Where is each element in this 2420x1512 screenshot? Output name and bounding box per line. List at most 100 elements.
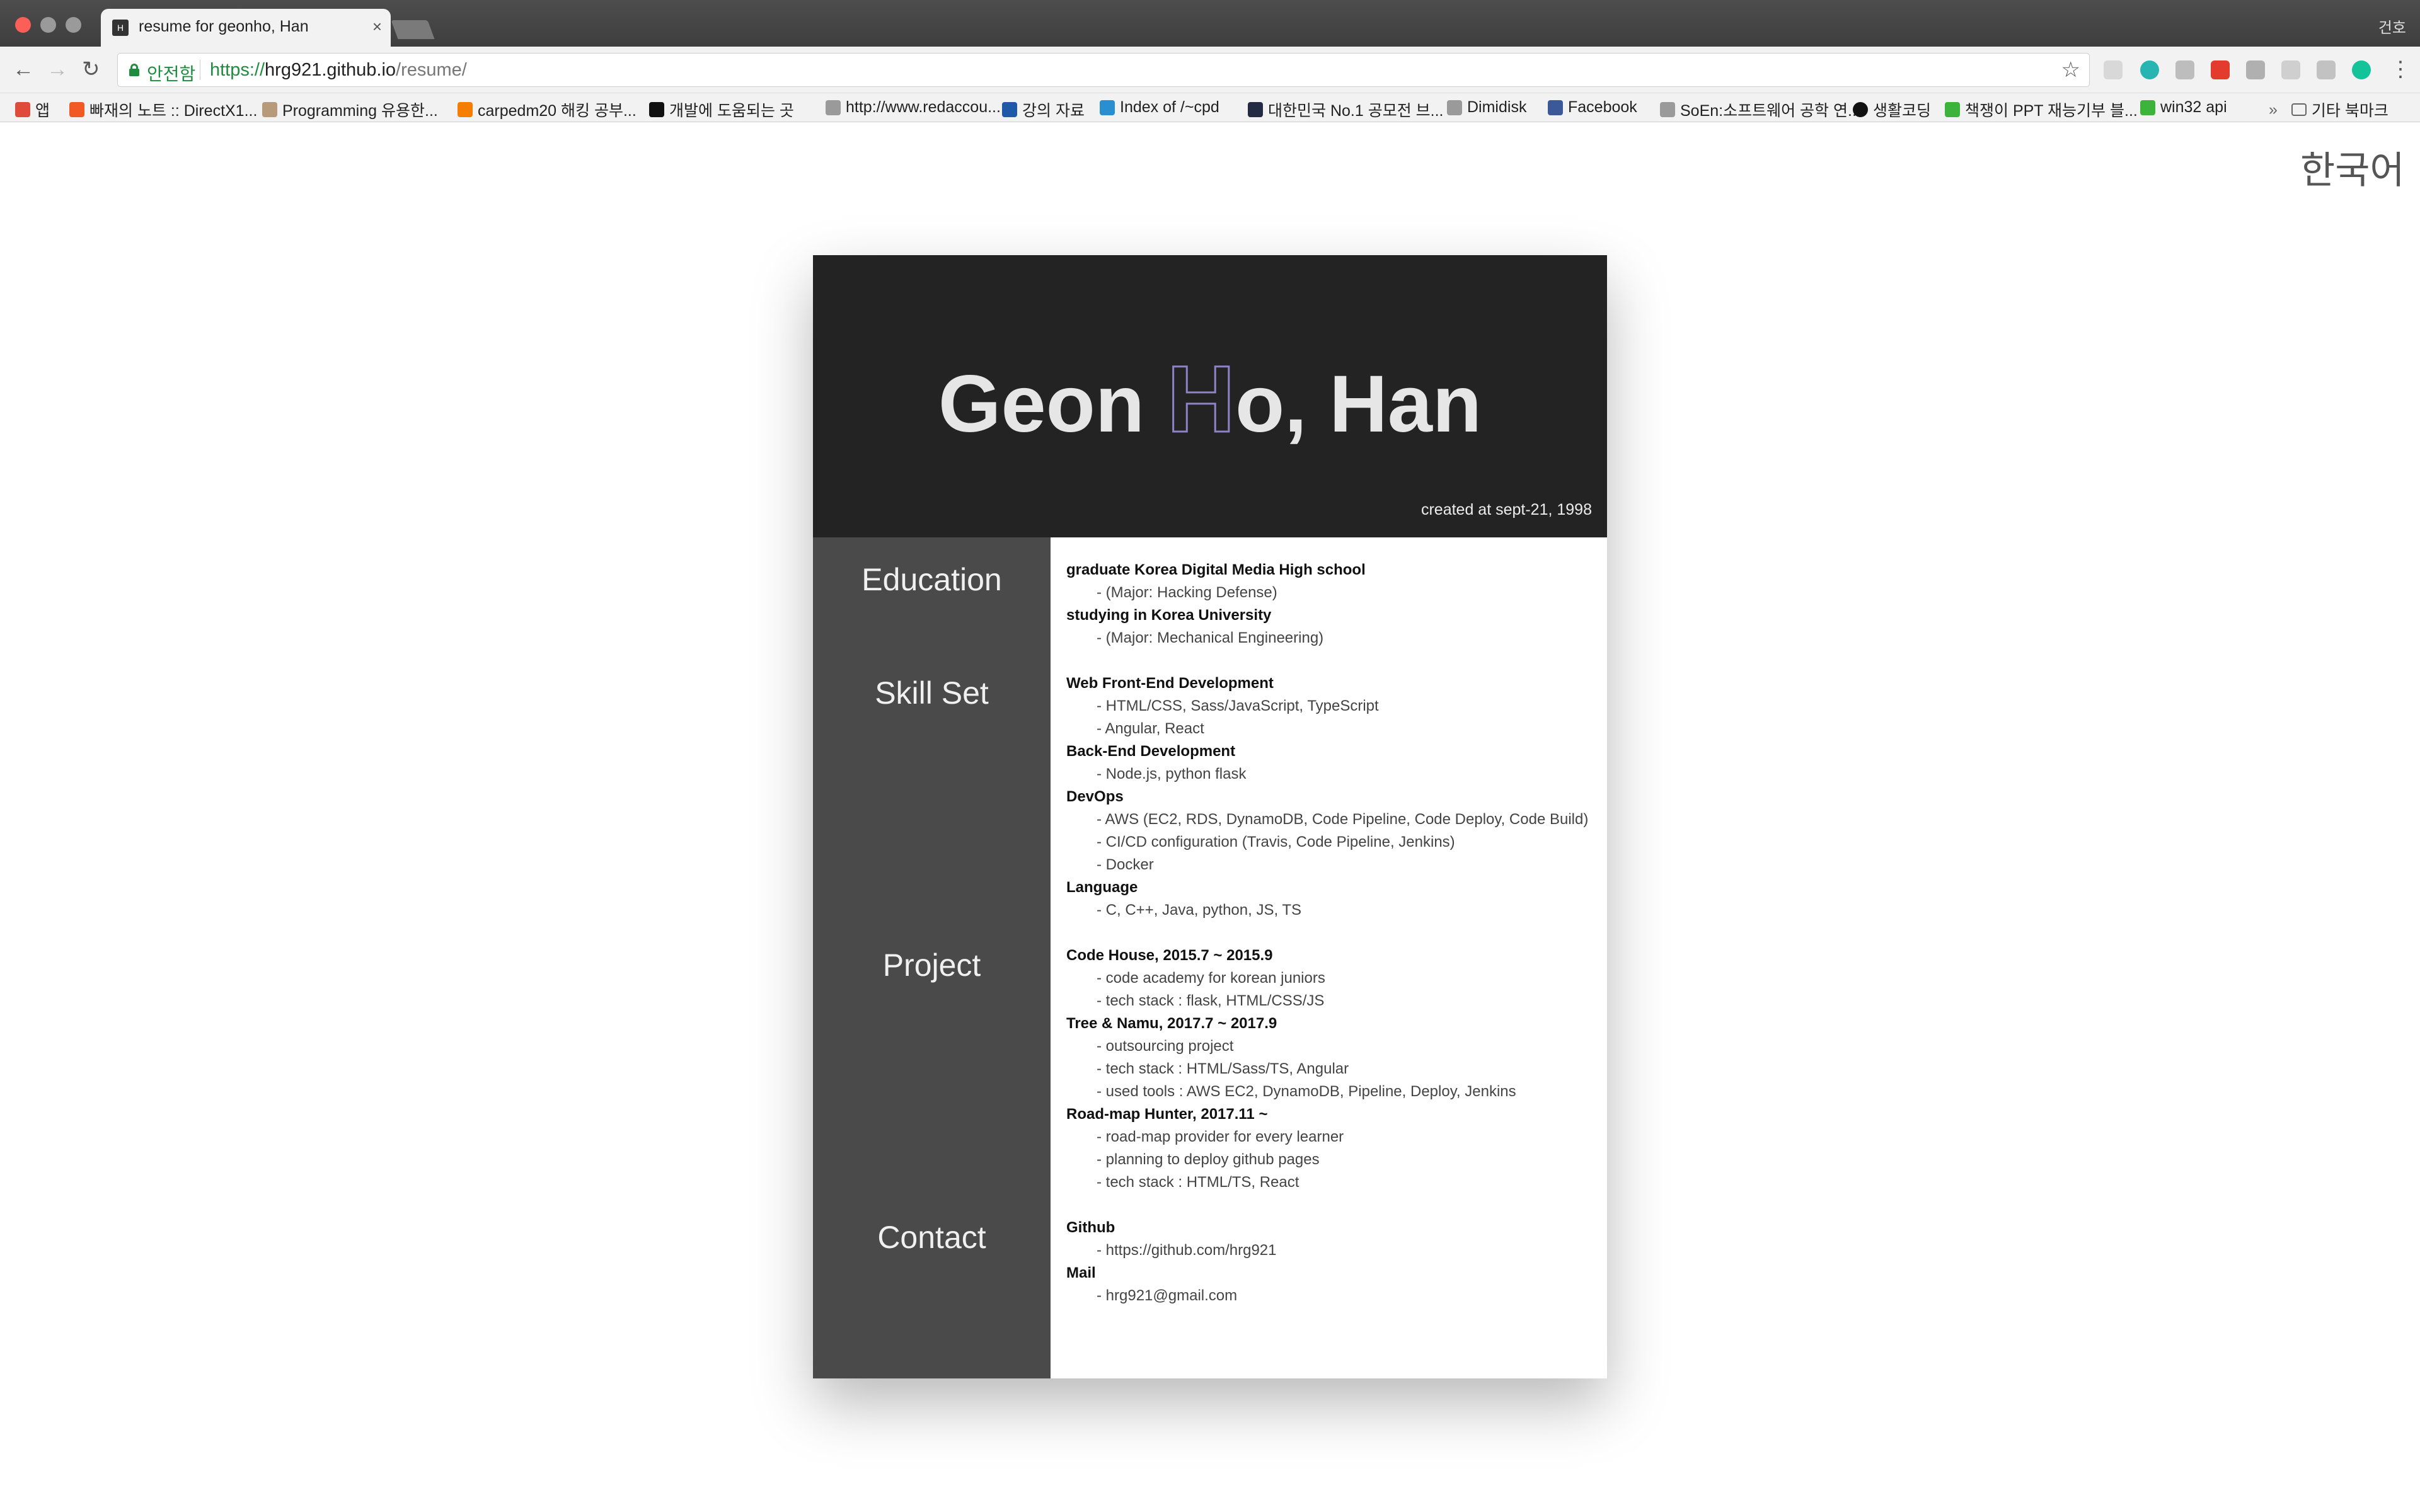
extension-grammarly-icon[interactable] [2352,60,2371,79]
created-date: created at sept-21, 1998 [1420,501,1592,518]
entry-heading: Code House, 2015.7 ~ 2015.9 [1066,947,1273,964]
cross-icon [1002,102,1017,117]
tistory-icon [69,102,84,117]
bookmark-item[interactable]: Index of /~cpd [1100,98,1219,117]
page-icon [1660,102,1675,117]
name-highlight-letter: H [1166,345,1236,453]
entry-heading: DevOps [1066,788,1124,805]
bookmark-item[interactable]: Programming 유용한... [262,98,438,121]
address-bar[interactable]: 안전함 https://hrg921.github.io/resume/ ☆ [117,53,2090,87]
bookmark-label: Facebook [1568,98,1637,116]
tab-favicon-icon: H [112,20,129,36]
bookmark-item[interactable]: Dimidisk [1447,98,1526,117]
extension-info-icon[interactable] [2246,60,2265,79]
bookmark-item[interactable]: 강의 자료 [1002,98,1085,121]
bookmark-label: Index of /~cpd [1120,98,1219,116]
bookmark-label: 강의 자료 [1022,102,1085,120]
section-title-skills: Skill Set [875,675,989,711]
entry-heading: graduate Korea Digital Media High school [1066,561,1366,578]
back-arrow-icon[interactable]: ← [13,58,34,81]
tab-close-icon[interactable]: × [372,17,382,37]
extension-cors-icon[interactable] [2211,60,2230,79]
lock-icon [129,64,139,76]
diamond-icon [1100,100,1115,115]
entry-detail: - CI/CD configuration (Travis, Code Pipe… [1097,833,1455,850]
bookmark-item[interactable]: SoEn:소프트웨어 공학 연... [1660,98,1861,121]
blog-icon [1945,102,1960,117]
entry-heading: Web Front-End Development [1066,675,1274,692]
minimize-window-button[interactable] [40,17,56,33]
close-window-button[interactable] [15,17,31,33]
entry-detail: - Node.js, python flask [1097,765,1247,782]
pattern-icon [262,102,277,117]
profile-name[interactable]: 건호 [2378,15,2406,37]
bookmark-item[interactable]: win32 api [2140,98,2227,117]
bookmarks-bar: 앱 빠재의 노트 :: DirectX1... Programming 유용한...… [0,93,2420,122]
browser-titlebar: H resume for geonho, Han × 건호 [0,0,2420,47]
security-label: 안전함 [147,64,196,84]
bookmark-item[interactable]: 빠재의 노트 :: DirectX1... [69,98,257,121]
bookmark-item[interactable]: 개발에 도움되는 곳 [649,98,794,121]
circle-icon [1853,102,1868,117]
chevron-more-icon[interactable]: » [2269,101,2278,119]
bookmark-item[interactable]: 책쟁이 PPT 재능기부 블... [1945,98,2138,121]
entry-detail: - road-map provider for every learner [1097,1128,1344,1145]
entry-detail: - used tools : AWS EC2, DynamoDB, Pipeli… [1097,1083,1516,1100]
bookmark-item[interactable]: Facebook [1548,98,1637,117]
entry-detail: - C, C++, Java, python, JS, TS [1097,902,1302,919]
new-tab-button[interactable] [391,20,435,39]
section-title-project: Project [882,948,981,983]
section-content: graduate Korea Digital Media High school… [1051,537,1607,1378]
entry-detail: - AWS (EC2, RDS, DynamoDB, Code Pipeline… [1097,811,1589,828]
entry-heading: Road-map Hunter, 2017.11 ~ [1066,1106,1268,1123]
other-bookmarks-label: 기타 북마크 [2311,102,2388,120]
bookmark-label: http://www.redaccou... [846,98,1001,116]
folder-icon [2291,103,2307,116]
maximize-window-button[interactable] [66,17,81,33]
extension-ex-icon[interactable] [2317,60,2336,79]
reload-icon[interactable]: ↻ [82,58,100,81]
bookmark-label: 대한민국 No.1 공모전 브... [1268,102,1444,120]
tab-title: resume for geonho, Han [139,18,309,35]
entry-detail: - hrg921@gmail.com [1097,1287,1238,1304]
forward-arrow-icon[interactable]: → [47,58,68,81]
tab-resume[interactable]: H resume for geonho, Han × [101,9,391,47]
other-bookmarks-folder[interactable]: » 기타 북마크 [2269,98,2388,121]
extension-drive-icon[interactable] [2104,60,2123,79]
section-sidebar: Education Skill Set Project Contact [813,537,1051,1378]
entry-heading: Language [1066,879,1138,896]
entry-detail: - planning to deploy github pages [1097,1151,1320,1168]
url-text[interactable]: https://hrg921.github.io/resume/ [210,60,467,81]
resume-header: Geon Ho, Han created at sept-21, 1998 [813,255,1607,537]
entry-heading: Mail [1066,1264,1096,1281]
resume-name: Geon Ho, Han [938,345,1482,453]
resume-card: Geon Ho, Han created at sept-21, 1998 Ed… [813,255,1607,1378]
entry-heading: Github [1066,1219,1115,1236]
apps-grid-icon [15,102,30,117]
bookmark-item[interactable]: 대한민국 No.1 공모전 브... [1248,98,1443,121]
bookmark-label: carpedm20 해킹 공부... [478,102,637,120]
entry-detail: - (Major: Mechanical Engineering) [1097,629,1324,646]
bookmark-item[interactable]: http://www.redaccou... [826,98,1001,117]
entry-detail: - tech stack : flask, HTML/CSS/JS [1097,992,1325,1009]
entry-detail: - (Major: Hacking Defense) [1097,584,1277,601]
entry-heading: studying in Korea University [1066,607,1272,624]
bookmark-label: Dimidisk [1467,98,1527,116]
language-toggle[interactable]: 한국어 [2300,140,2405,195]
bookmark-item[interactable]: 생활코딩 [1853,98,1931,121]
page-icon [1447,100,1462,115]
entry-detail: - HTML/CSS, Sass/JavaScript, TypeScript [1097,697,1379,714]
bookmark-item[interactable]: carpedm20 해킹 공부... [458,98,637,121]
facebook-icon [1548,100,1563,115]
entry-heading: Back-End Development [1066,743,1236,760]
extension-window-icon[interactable] [2281,60,2300,79]
extension-grid-icon[interactable] [2175,60,2194,79]
browser-menu-icon[interactable]: ⋮ [2390,57,2411,82]
bookmark-star-icon[interactable]: ☆ [2061,57,2080,83]
bookmark-label: 생활코딩 [1873,102,1932,120]
blogger-icon [458,102,473,117]
page-icon [826,100,841,115]
extension-teal-icon[interactable] [2140,60,2159,79]
bookmark-item[interactable]: 앱 [15,98,50,121]
section-title-contact: Contact [877,1220,986,1255]
